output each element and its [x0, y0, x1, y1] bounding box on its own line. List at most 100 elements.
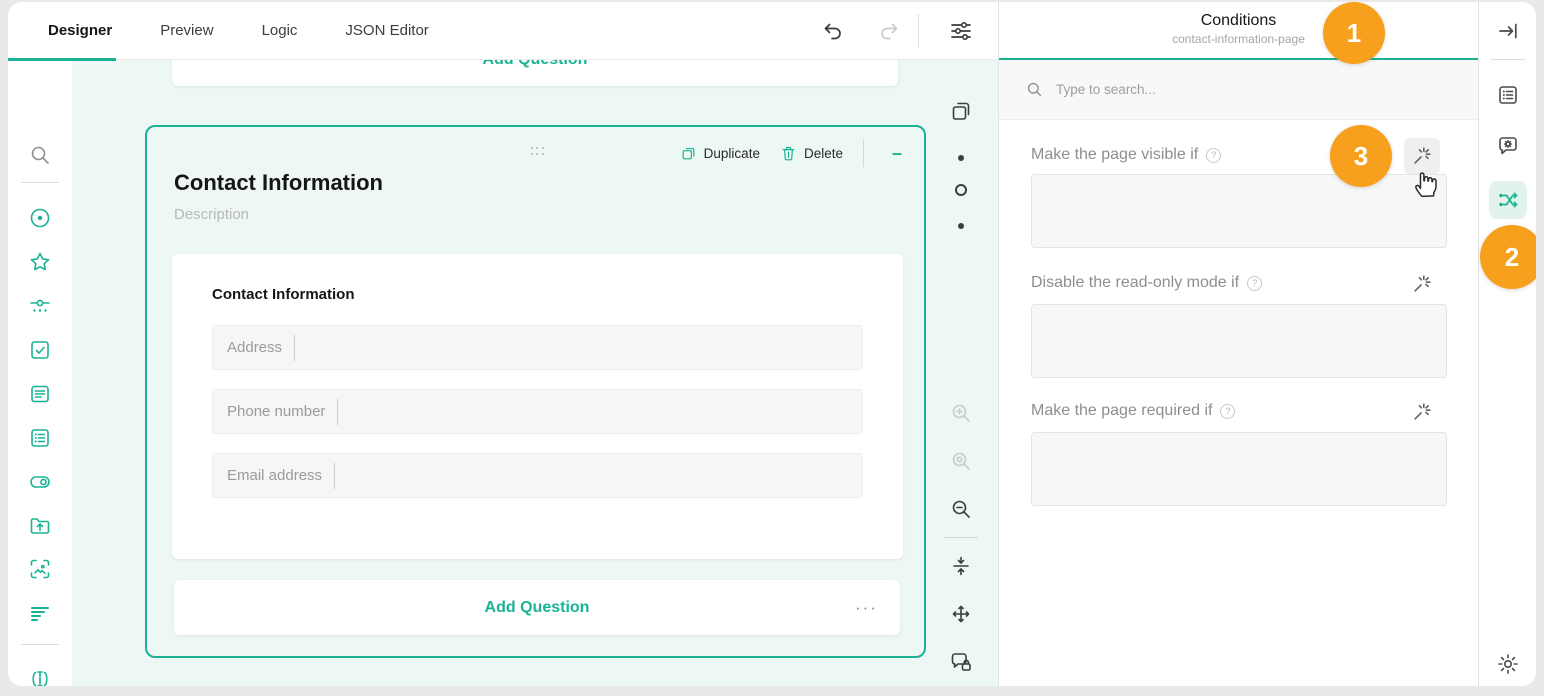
search-icon[interactable]: [24, 139, 56, 171]
field-label-text: Make the page required if: [1031, 402, 1212, 420]
delete-button[interactable]: Delete: [780, 145, 843, 162]
field-label-text: Disable the read-only mode if: [1031, 274, 1239, 292]
trash-icon: [780, 145, 797, 162]
condition-field-required: Make the page required if ?: [1031, 402, 1447, 420]
search-input[interactable]: [1056, 82, 1386, 97]
multipletext-row[interactable]: Email address: [212, 453, 863, 498]
drag-handle-icon[interactable]: [531, 147, 545, 156]
add-question-label: Add Question: [485, 599, 590, 617]
selected-page-panel[interactable]: Duplicate Delete – Contact Information D…: [145, 125, 926, 658]
multipletext-row[interactable]: Address: [212, 325, 863, 370]
main-header: Designer Preview Logic JSON Editor: [8, 2, 998, 60]
image-picker-icon[interactable]: [24, 553, 56, 585]
conditions-panel: Make the page visible if ? Disable the r…: [999, 60, 1478, 686]
tab-logic[interactable]: Logic: [238, 22, 322, 39]
undo-icon[interactable]: [821, 19, 845, 43]
move-canvas-icon[interactable]: [949, 602, 973, 626]
condition-field-readonly: Disable the read-only mode if ?: [1031, 274, 1447, 292]
multipletext-question-card[interactable]: Contact Information Address Phone number…: [172, 254, 903, 559]
field-label-text: Make the page visible if: [1031, 146, 1198, 164]
header-divider: [918, 14, 919, 48]
rating-icon[interactable]: [24, 246, 56, 278]
item-separator: [337, 399, 338, 425]
zoom-in-icon: [949, 401, 973, 425]
page-description-placeholder[interactable]: Description: [174, 206, 249, 223]
duplicate-icon: [680, 145, 697, 162]
delete-label: Delete: [804, 146, 843, 161]
question-title[interactable]: Contact Information: [212, 286, 355, 303]
duplicate-label: Duplicate: [704, 146, 760, 161]
actions-divider: [863, 139, 864, 167]
lock-questions-icon[interactable]: [949, 650, 973, 674]
checkbox-icon[interactable]: [24, 334, 56, 366]
comment-icon[interactable]: [24, 378, 56, 410]
page-actions: Duplicate Delete –: [680, 139, 910, 167]
help-icon[interactable]: ?: [1206, 148, 1221, 163]
add-question-more-icon[interactable]: ···: [855, 598, 878, 618]
tab-json-editor[interactable]: JSON Editor: [321, 22, 452, 39]
visible-if-expression-input[interactable]: [1031, 174, 1447, 248]
pages-icon[interactable]: [949, 99, 973, 123]
view-tabs: Designer Preview Logic JSON Editor: [8, 2, 998, 59]
chat-gear-icon[interactable]: [1496, 134, 1520, 158]
conditions-icon: [1496, 188, 1520, 212]
item-separator: [334, 463, 335, 489]
help-icon[interactable]: ?: [1220, 404, 1235, 419]
settings-sliders-icon[interactable]: [949, 19, 973, 43]
page-dot-current[interactable]: [955, 184, 967, 196]
field-label: Make the page required if ?: [1031, 402, 1447, 420]
page-dot[interactable]: [958, 223, 964, 229]
magic-wand-icon[interactable]: [1404, 266, 1440, 302]
page-title[interactable]: Contact Information: [174, 170, 383, 196]
collapse-panel-icon[interactable]: [1496, 19, 1520, 43]
panel-separator: [998, 2, 999, 686]
toolbar-divider: [944, 537, 978, 538]
panel-icon[interactable]: [24, 663, 56, 686]
item-label: Address: [213, 339, 282, 356]
tab-designer[interactable]: Designer: [24, 22, 136, 39]
item-separator: [294, 335, 295, 361]
property-tabs-sidebar: [1478, 2, 1536, 686]
item-label: Email address: [213, 467, 322, 484]
previous-page-add-question-button[interactable]: Add Question: [172, 60, 898, 86]
matrix-icon[interactable]: [24, 422, 56, 454]
active-tab-underline: [8, 58, 116, 61]
conditions-panel-subtitle: contact-information-page: [999, 32, 1478, 46]
zoom-out-icon[interactable]: [949, 497, 973, 521]
redo-icon: [877, 19, 901, 43]
radiogroup-icon[interactable]: [24, 202, 56, 234]
search-icon: [1025, 80, 1044, 99]
conditions-panel-header: Conditions contact-information-page: [999, 2, 1478, 60]
property-grid-icon[interactable]: [1496, 83, 1520, 107]
annotation-badge-2: 2: [1480, 225, 1536, 289]
sidebar-divider: [1491, 59, 1525, 60]
annotation-badge-3: 3: [1330, 125, 1392, 187]
field-label: Disable the read-only mode if ?: [1031, 274, 1447, 292]
conditions-panel-title: Conditions: [999, 12, 1478, 30]
design-surface: Add Question Duplicate Delete – Contact …: [72, 60, 998, 686]
toolbox-sidebar: [8, 60, 72, 686]
property-search-bar: [999, 60, 1478, 120]
toolbox-divider: [21, 182, 59, 183]
tab-preview[interactable]: Preview: [136, 22, 237, 39]
add-question-button[interactable]: Add Question ···: [174, 580, 900, 635]
gear-icon[interactable]: [1496, 652, 1520, 676]
multipletext-row[interactable]: Phone number: [212, 389, 863, 434]
collapse-page-button[interactable]: –: [884, 143, 910, 164]
help-icon[interactable]: ?: [1247, 276, 1262, 291]
zoom-reset-icon: [949, 449, 973, 473]
collapse-all-icon[interactable]: [949, 554, 973, 578]
file-upload-icon[interactable]: [24, 510, 56, 542]
duplicate-button[interactable]: Duplicate: [680, 145, 760, 162]
magic-wand-icon[interactable]: [1404, 394, 1440, 430]
ranking-icon[interactable]: [24, 598, 56, 630]
dropdown-icon[interactable]: [24, 291, 56, 323]
boolean-icon[interactable]: [24, 466, 56, 498]
toolbox-divider: [21, 644, 59, 645]
annotation-badge-1: 1: [1323, 2, 1385, 64]
enable-if-expression-input[interactable]: [1031, 304, 1447, 378]
page-dot[interactable]: [958, 155, 964, 161]
conditions-tab-active[interactable]: [1489, 181, 1527, 219]
required-if-expression-input[interactable]: [1031, 432, 1447, 506]
cursor-hand-icon: [1411, 165, 1441, 199]
